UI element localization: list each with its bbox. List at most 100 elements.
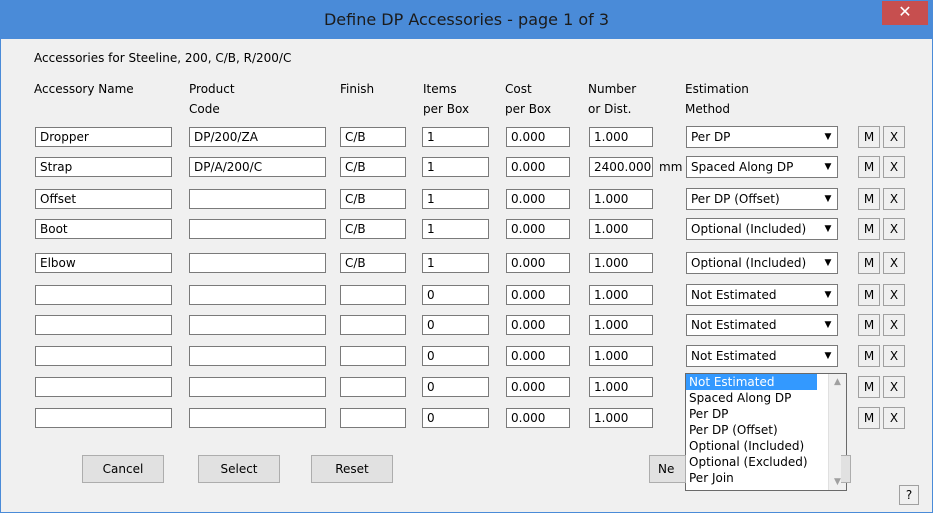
items-per-box-field[interactable]: 1	[422, 127, 489, 147]
items-per-box-field[interactable]: 0	[422, 408, 489, 428]
chevron-down-icon[interactable]: ▼	[819, 285, 837, 305]
accessory-name-field[interactable]	[35, 377, 172, 397]
number-or-dist-field[interactable]: 1.000	[589, 346, 653, 366]
accessory-name-field[interactable]: Boot	[35, 219, 172, 239]
items-per-box-field[interactable]: 0	[422, 285, 489, 305]
manage-button[interactable]: M	[858, 156, 880, 178]
product-code-field[interactable]	[189, 219, 326, 239]
delete-row-button[interactable]: X	[883, 376, 905, 398]
cost-per-box-field[interactable]: 0.000	[506, 285, 570, 305]
manage-button[interactable]: M	[858, 345, 880, 367]
number-or-dist-field[interactable]: 1.000	[589, 253, 653, 273]
finish-field[interactable]: C/B	[340, 253, 406, 273]
chevron-down-icon[interactable]: ▼	[819, 219, 837, 239]
accessory-name-field[interactable]	[35, 285, 172, 305]
manage-button[interactable]: M	[858, 252, 880, 274]
product-code-field[interactable]: DP/200/ZA	[189, 127, 326, 147]
manage-button[interactable]: M	[858, 218, 880, 240]
finish-field[interactable]	[340, 377, 406, 397]
product-code-field[interactable]	[189, 189, 326, 209]
cost-per-box-field[interactable]: 0.000	[506, 189, 570, 209]
chevron-down-icon[interactable]: ▼	[819, 346, 837, 366]
accessory-name-field[interactable]: Strap	[35, 157, 172, 177]
chevron-down-icon[interactable]: ▼	[819, 127, 837, 147]
finish-field[interactable]: C/B	[340, 127, 406, 147]
dropdown-option[interactable]: Per Join	[686, 470, 825, 486]
finish-field[interactable]	[340, 315, 406, 335]
number-or-dist-field[interactable]: 1.000	[589, 189, 653, 209]
estimation-method-select[interactable]: Optional (Included) ▼	[686, 252, 838, 274]
finish-field[interactable]: C/B	[340, 219, 406, 239]
select-button[interactable]: Select	[198, 455, 280, 483]
scroll-up-icon[interactable]: ▲	[829, 374, 846, 390]
accessory-name-field[interactable]: Offset	[35, 189, 172, 209]
estimation-method-select[interactable]: Not Estimated ▼	[686, 314, 838, 336]
finish-field[interactable]	[340, 285, 406, 305]
accessory-name-field[interactable]	[35, 408, 172, 428]
estimation-method-select[interactable]: Not Estimated ▼	[686, 284, 838, 306]
number-or-dist-field[interactable]: 1.000	[589, 127, 653, 147]
estimation-method-select[interactable]: Per DP (Offset) ▼	[686, 188, 838, 210]
accessory-name-field[interactable]	[35, 315, 172, 335]
dropdown-option[interactable]: Optional (Included)	[686, 438, 825, 454]
number-or-dist-field[interactable]: 2400.000	[589, 157, 653, 177]
cost-per-box-field[interactable]: 0.000	[506, 408, 570, 428]
dropdown-option[interactable]: Optional (Excluded)	[686, 454, 825, 470]
finish-field[interactable]: C/B	[340, 157, 406, 177]
estimation-method-select[interactable]: Optional (Included) ▼	[686, 218, 838, 240]
cost-per-box-field[interactable]: 0.000	[506, 253, 570, 273]
number-or-dist-field[interactable]: 1.000	[589, 315, 653, 335]
delete-row-button[interactable]: X	[883, 126, 905, 148]
cost-per-box-field[interactable]: 0.000	[506, 377, 570, 397]
cost-per-box-field[interactable]: 0.000	[506, 127, 570, 147]
product-code-field[interactable]	[189, 346, 326, 366]
product-code-field[interactable]	[189, 253, 326, 273]
reset-button[interactable]: Reset	[311, 455, 393, 483]
finish-field[interactable]	[340, 408, 406, 428]
estimation-method-select[interactable]: Per DP ▼	[686, 126, 838, 148]
number-or-dist-field[interactable]: 1.000	[589, 377, 653, 397]
dropdown-option[interactable]: Per DP	[686, 406, 825, 422]
delete-row-button[interactable]: X	[883, 188, 905, 210]
product-code-field[interactable]	[189, 285, 326, 305]
help-button[interactable]: ?	[899, 485, 919, 505]
close-button[interactable]: ✕	[882, 1, 928, 25]
accessory-name-field[interactable]	[35, 346, 172, 366]
dropdown-option[interactable]: Per DP (Offset)	[686, 422, 825, 438]
cost-per-box-field[interactable]: 0.000	[506, 346, 570, 366]
cancel-button[interactable]: Cancel	[82, 455, 164, 483]
manage-button[interactable]: M	[858, 126, 880, 148]
delete-row-button[interactable]: X	[883, 252, 905, 274]
items-per-box-field[interactable]: 0	[422, 346, 489, 366]
items-per-box-field[interactable]: 1	[422, 253, 489, 273]
manage-button[interactable]: M	[858, 407, 880, 429]
items-per-box-field[interactable]: 1	[422, 219, 489, 239]
items-per-box-field[interactable]: 1	[422, 157, 489, 177]
items-per-box-field[interactable]: 0	[422, 315, 489, 335]
delete-row-button[interactable]: X	[883, 314, 905, 336]
manage-button[interactable]: M	[858, 188, 880, 210]
accessory-name-field[interactable]: Elbow	[35, 253, 172, 273]
manage-button[interactable]: M	[858, 284, 880, 306]
accessory-name-field[interactable]: Dropper	[35, 127, 172, 147]
items-per-box-field[interactable]: 0	[422, 377, 489, 397]
finish-field[interactable]: C/B	[340, 189, 406, 209]
estimation-method-dropdown-list[interactable]: Not Estimated Spaced Along DP Per DP Per DP…	[685, 373, 847, 491]
cost-per-box-field[interactable]: 0.000	[506, 315, 570, 335]
hidden-button-edge[interactable]	[841, 455, 851, 483]
items-per-box-field[interactable]: 1	[422, 189, 489, 209]
finish-field[interactable]	[340, 346, 406, 366]
delete-row-button[interactable]: X	[883, 345, 905, 367]
product-code-field[interactable]	[189, 408, 326, 428]
dropdown-option[interactable]: Spaced Along DP	[686, 390, 825, 406]
number-or-dist-field[interactable]: 1.000	[589, 408, 653, 428]
delete-row-button[interactable]: X	[883, 407, 905, 429]
cost-per-box-field[interactable]: 0.000	[506, 157, 570, 177]
number-or-dist-field[interactable]: 1.000	[589, 219, 653, 239]
cost-per-box-field[interactable]: 0.000	[506, 219, 570, 239]
number-or-dist-field[interactable]: 1.000	[589, 285, 653, 305]
chevron-down-icon[interactable]: ▼	[819, 315, 837, 335]
product-code-field[interactable]	[189, 377, 326, 397]
manage-button[interactable]: M	[858, 376, 880, 398]
delete-row-button[interactable]: X	[883, 284, 905, 306]
